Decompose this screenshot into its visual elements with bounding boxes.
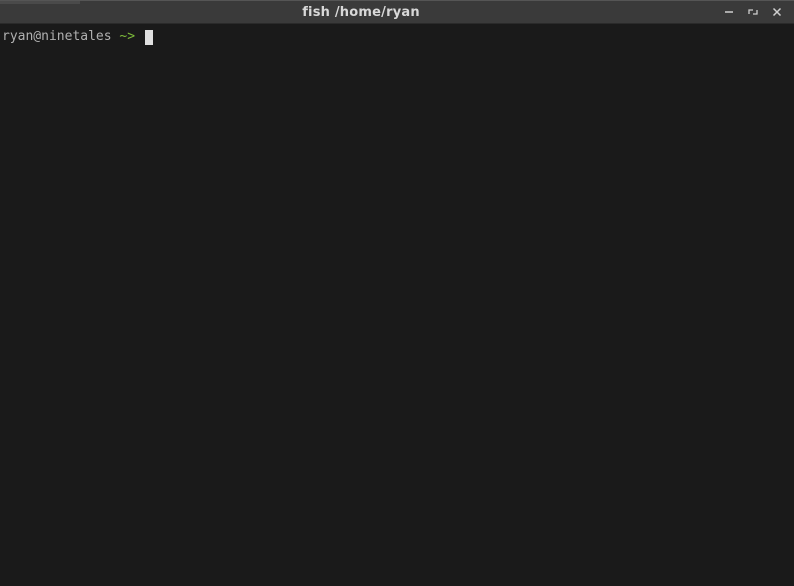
window-titlebar[interactable]: fish /home/ryan	[0, 0, 794, 24]
window-controls	[722, 5, 794, 19]
maximize-button[interactable]	[746, 5, 760, 19]
prompt-user-host: ryan@ninetales	[2, 28, 119, 46]
prompt-path: ~	[119, 28, 127, 46]
window-title: fish /home/ryan	[0, 5, 722, 20]
minimize-button[interactable]	[722, 5, 736, 19]
close-button[interactable]	[770, 5, 784, 19]
terminal-cursor	[145, 30, 153, 45]
prompt-line: ryan@ninetales ~ >	[2, 28, 792, 46]
terminal-viewport[interactable]: ryan@ninetales ~ >	[0, 24, 794, 586]
prompt-symbol: >	[127, 28, 143, 46]
window-tab-indicator	[0, 1, 80, 4]
